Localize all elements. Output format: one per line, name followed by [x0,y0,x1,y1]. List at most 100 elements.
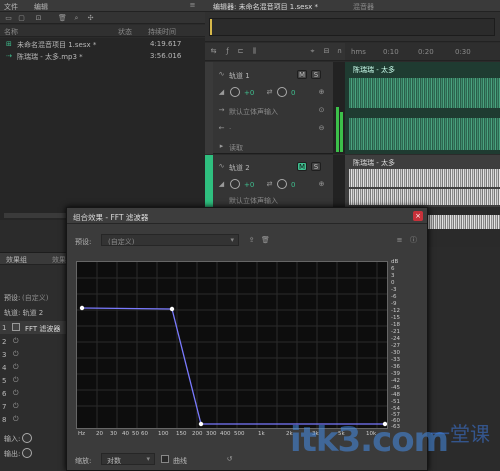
power-icon[interactable]: ⏻ [13,402,19,411]
tracks-icon[interactable]: ⇆ [209,47,218,56]
track2-waveform-left [349,169,500,187]
solo-button[interactable]: S [311,70,321,79]
delete-icon[interactable]: 🗑 [58,14,67,23]
track1-color-bar [205,62,213,154]
dialog-title: 组合效果 - FFT 滤波器 [73,213,149,222]
power-icon[interactable]: ⏻ [13,389,19,398]
effect-slot[interactable]: 8 ⏻ [0,414,70,426]
fft-graph[interactable] [76,261,388,429]
link-icon[interactable]: ⊕ [317,88,326,97]
power-icon[interactable]: ⏻ [13,350,19,359]
track-toolbar: ⇆ ƒ ⊏ ⫼ ⌖ ⊟ ∩ [205,43,345,61]
effects-rack-tabs: 效果组 效果 [0,253,70,265]
track2-pan[interactable]: 0 [291,181,295,189]
files-panel-tabs: 文件 编辑 ≡ [0,0,205,12]
automation-icon[interactable]: ▸ [217,142,226,151]
col-name[interactable]: 名称 [4,27,18,37]
ruler-tick: 0:20 [418,48,434,56]
input-knob[interactable] [22,433,32,443]
effect-slot[interactable]: 1 FFT 滤波器 [0,321,70,334]
input-monitor-icon[interactable]: ⊖ [317,124,326,133]
track1-input[interactable]: 默认立体声输入 [229,107,278,117]
delete-preset-icon[interactable]: 🗑 [261,236,270,245]
tab-effects-rack[interactable]: 效果组 [6,255,27,265]
overview-bar[interactable] [209,18,495,36]
power-icon[interactable]: ⏻ [13,376,19,385]
file-row[interactable]: ⇢ 陈瑞瑞 - 太多.mp3 * 3:56.016 [0,50,205,62]
track1-name[interactable]: 轨道 1 [229,71,250,81]
effect-slot[interactable]: 6 ⏻ [0,388,70,400]
eq-icon[interactable]: ⫼ [250,47,259,56]
track1-output[interactable]: · [229,125,231,133]
effect-slot[interactable]: 4 ⏻ [0,362,70,374]
col-status[interactable]: 状态 [118,27,132,37]
tab-editor[interactable]: 编辑器: 未命名混音项目 1.sesx * [213,2,318,12]
pan-knob[interactable] [277,87,287,97]
effect-slot[interactable]: 3 ⏻ [0,349,70,361]
headphones-icon[interactable]: ∩ [335,47,344,56]
track1-volume[interactable]: +0 [244,89,254,97]
preset-dropdown[interactable]: (自定义) ▾ [101,234,239,246]
close-icon[interactable]: × [413,211,423,221]
reset-icon[interactable]: ↺ [225,455,234,464]
snap-icon[interactable]: ⊟ [322,47,331,56]
mute-button[interactable]: M [297,70,307,79]
output-knob[interactable] [22,448,32,458]
volume-knob[interactable] [230,87,240,97]
hz-tick: 20 [96,431,103,437]
scale-dropdown[interactable]: 对数 ▾ [101,453,155,465]
preset-label: 预设: [4,294,21,302]
timeline-ruler[interactable]: hms 0:10 0:20 0:30 [345,43,500,61]
track2-waveform-lower [428,215,500,229]
db-tick: -18 [391,322,400,328]
open-file-icon[interactable]: ▢ [17,14,26,23]
solo-button[interactable]: S [311,162,321,171]
pan-knob[interactable] [277,179,287,189]
panel-menu-icon[interactable]: ≡ [188,1,197,10]
dialog-titlebar[interactable]: 组合效果 - FFT 滤波器 × [67,208,427,224]
track1-read-mode[interactable]: 读取 [229,143,243,153]
preset-value[interactable]: (自定义) [22,293,48,303]
info-icon[interactable]: ⓘ [409,236,418,245]
mute-button[interactable]: M [297,162,307,171]
edit-tab[interactable]: 编辑 [34,2,48,12]
spline-checkbox[interactable] [161,455,169,463]
file-row[interactable]: ⊞ 未命名混音项目 1.sesx * 4:19.617 [0,38,205,50]
volume-knob[interactable] [230,179,240,189]
new-file-icon[interactable]: ▭ [4,14,13,23]
effect-slot[interactable]: 5 ⏻ [0,375,70,387]
fx-icon[interactable]: ƒ [223,47,232,56]
power-icon[interactable]: ⏻ [13,363,19,372]
save-preset-icon[interactable]: ⇪ [247,236,256,245]
record-icon[interactable]: ⊙ [317,106,326,115]
track2-name[interactable]: 轨道 2 [229,163,250,173]
col-duration[interactable]: 持续时间 [148,27,176,37]
import-icon[interactable]: ⊡ [34,14,43,23]
track1-clip[interactable]: 陈瑞瑞 - 太多 [345,62,500,154]
zoom-icon[interactable]: ⌖ [308,47,317,56]
watermark-cn: 一堂课 [430,422,490,446]
track2-input[interactable]: 默认立体声输入 [229,196,278,206]
files-tab[interactable]: 文件 [4,2,18,12]
effect-slot[interactable]: 7 ⏻ [0,401,70,413]
link-icon[interactable]: ⊕ [317,180,326,189]
move-icon[interactable]: ✣ [86,14,95,23]
power-icon[interactable]: ⏻ [13,337,19,346]
search-icon[interactable]: ⌕ [72,14,81,23]
slot-number: 7 [2,403,7,411]
hz-tick: 400 [220,431,231,437]
sends-icon[interactable]: ⊏ [236,47,245,56]
power-icon[interactable]: ⏻ [13,415,19,424]
effect-slot[interactable]: 2 ⏻ [0,336,70,348]
track2-clip[interactable]: 陈瑞瑞 - 太多 [345,155,500,207]
tab-mixer[interactable]: 混音器 [353,2,374,12]
filter-curve [81,307,385,425]
track2-volume[interactable]: +0 [244,181,254,189]
power-icon[interactable] [12,323,20,331]
meter-right [340,112,343,152]
tab-effects[interactable]: 效果 [52,255,66,265]
filter-point [169,306,175,312]
slot-label: FFT 滤波器 [25,325,61,333]
menu-icon[interactable]: ≡ [395,236,404,245]
track1-pan[interactable]: 0 [291,89,295,97]
